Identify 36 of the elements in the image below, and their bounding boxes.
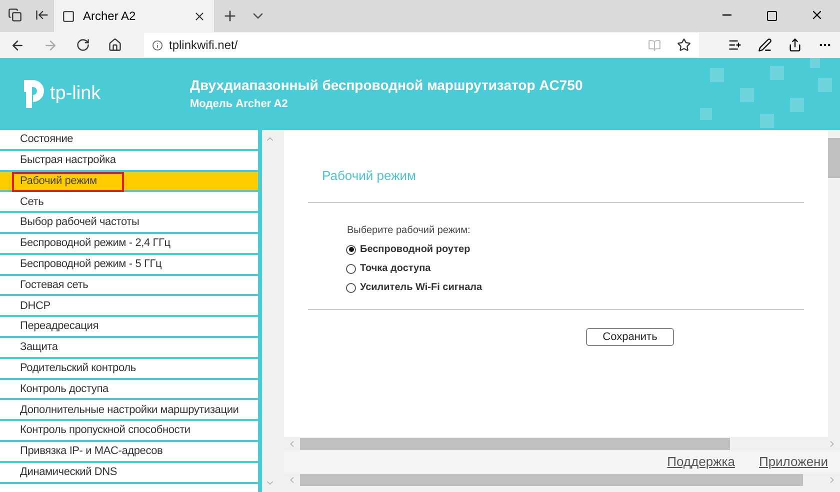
save-button[interactable]: Сохранить [586, 328, 674, 346]
radio-option[interactable]: Усилитель Wi-Fi сигнала [346, 280, 804, 294]
new-tab-icon[interactable] [222, 8, 238, 24]
mode-prompt: Выберите рабочий режим: [347, 224, 472, 238]
browser-tab[interactable]: Archer A2 [54, 0, 214, 32]
back-icon[interactable] [10, 38, 25, 52]
radio-option[interactable]: Точка доступа [346, 262, 804, 276]
close-icon[interactable] [193, 10, 206, 22]
header-subtitle: Модель Archer A2 [190, 97, 289, 112]
favorites-list-icon[interactable] [728, 38, 742, 52]
footer-link[interactable]: Приложени [758, 452, 828, 472]
pen-icon[interactable] [758, 38, 772, 52]
header-title: Двухдиапазонный беспроводной маршрутизатор AC750 [190, 76, 583, 96]
tabs-aside-icon[interactable] [8, 8, 22, 22]
address-field[interactable]: tplinkwifi.net/ [144, 33, 699, 57]
url-text: tplinkwifi.net/ [169, 37, 239, 54]
maximize-icon[interactable] [766, 10, 778, 22]
home-icon[interactable] [108, 38, 122, 52]
share-icon[interactable] [788, 38, 802, 52]
scrollbar-thumb[interactable] [300, 438, 730, 450]
set-aside-icon[interactable] [35, 8, 49, 22]
info-icon [152, 40, 163, 50]
sidebar-item[interactable]: Рабочий режим [0, 172, 258, 192]
radio-option[interactable]: Беспроводной роутер [346, 242, 804, 256]
page-icon [62, 10, 75, 22]
sidebar-item[interactable]: Гостевая сеть [0, 276, 258, 296]
scrollbar-thumb[interactable] [300, 474, 804, 486]
favorite-star-icon[interactable] [677, 38, 691, 52]
footer-link[interactable]: Поддержка [667, 452, 735, 472]
sidebar-item[interactable]: Контроль доступа [0, 380, 258, 400]
tab-title: Archer A2 [83, 8, 137, 25]
close-window-icon[interactable] [810, 8, 824, 22]
page-title: Рабочий режим [322, 167, 417, 185]
refresh-icon[interactable] [76, 38, 90, 52]
logo-text: tp-link [50, 82, 101, 106]
content-vertical-scrollbar[interactable] [828, 130, 840, 437]
